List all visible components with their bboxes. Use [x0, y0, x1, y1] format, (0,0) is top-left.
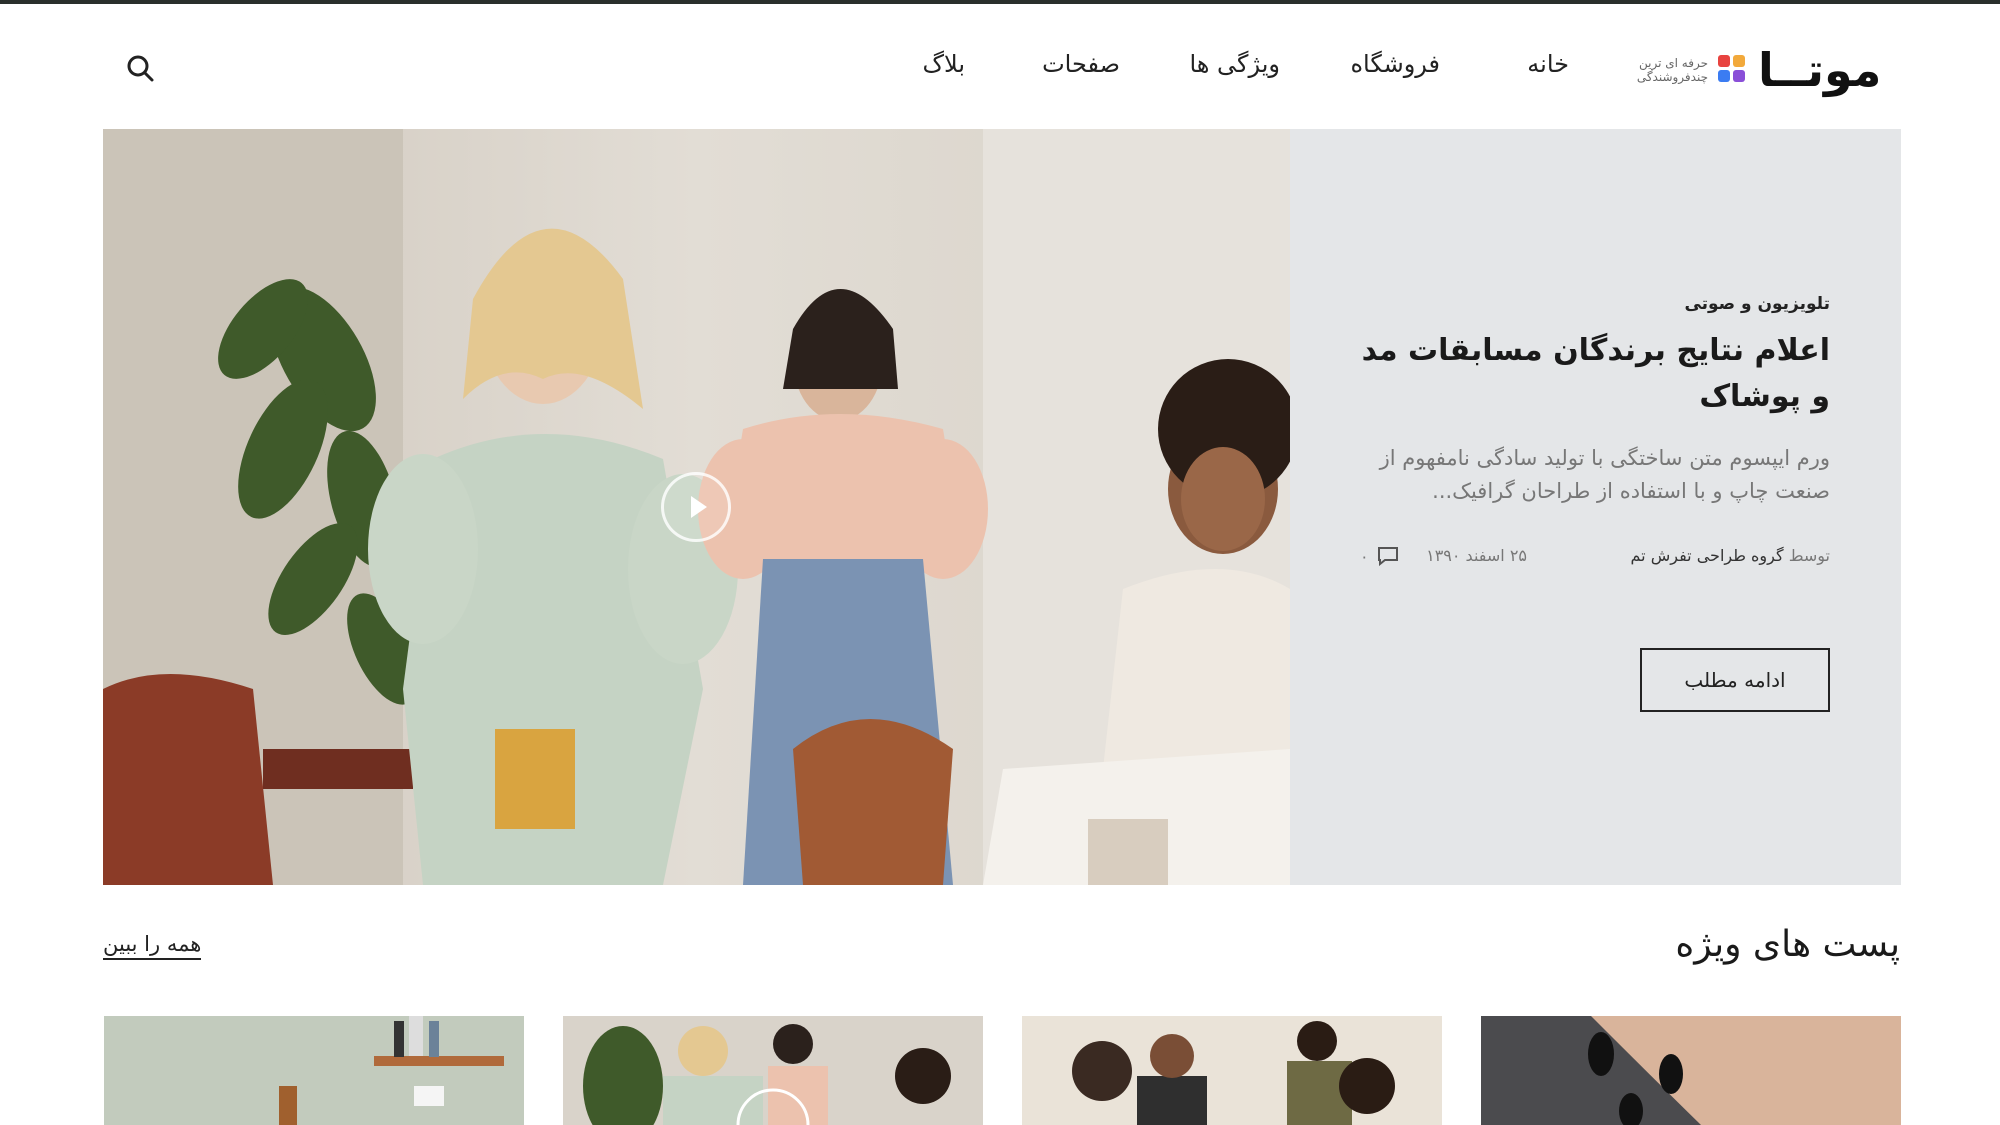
featured-card[interactable]: [1022, 1016, 1442, 1125]
site-logo[interactable]: حرفه ای ترین چندفروشندگی موتــا: [1636, 40, 1888, 100]
post-author: توسط گروه طراحی تفرش تم: [1630, 546, 1830, 565]
play-video-button[interactable]: [661, 472, 731, 542]
post-category[interactable]: تلویزیون و صوتی: [1360, 294, 1830, 314]
card-image-interior: [104, 1016, 524, 1125]
post-comments[interactable]: ۰: [1360, 546, 1399, 566]
post-excerpt: ورم ایپسوم متن ساختگی با تولید سادگی نام…: [1379, 446, 1830, 503]
nav-item-pages[interactable]: صفحات: [1042, 50, 1120, 78]
post-date: ۲۵ اسفند ۱۳۹۰: [1426, 546, 1527, 565]
logo-mark-icon: [1718, 55, 1748, 85]
hero-text-panel: تلویزیون و صوتی اعلام نتایج برندگان مساب…: [1290, 129, 1901, 885]
featured-posts-title: پست های ویژه: [1675, 924, 1900, 965]
hero-image[interactable]: [103, 129, 1290, 885]
comment-count: ۰: [1360, 546, 1369, 566]
read-more-button[interactable]: ادامه مطلب: [1640, 648, 1830, 712]
play-icon: [691, 496, 707, 518]
search-button[interactable]: [122, 50, 158, 86]
card-image-group: [1022, 1016, 1442, 1125]
card-image-fashion: [563, 1016, 983, 1125]
nav-item-home[interactable]: خانه: [1527, 50, 1569, 78]
post-title[interactable]: اعلام نتایج برندگان مسابقات مد و پوشاک: [1360, 328, 1830, 420]
card-image-nails: [1481, 1016, 1901, 1125]
post-meta: توسط گروه طراحی تفرش تم ۲۵ اسفند ۱۳۹۰ ۰: [1360, 546, 1830, 572]
logo-tagline: حرفه ای ترین چندفروشندگی: [1636, 56, 1708, 84]
featured-card[interactable]: [563, 1016, 983, 1125]
site-header: حرفه ای ترین چندفروشندگی موتــا خانه فرو…: [0, 4, 2000, 126]
see-all-link[interactable]: همه را ببین: [103, 932, 202, 960]
comment-icon: [1377, 547, 1398, 566]
nav-item-shop[interactable]: فروشگاه: [1350, 50, 1440, 78]
nav-item-blog[interactable]: بلاگ: [923, 50, 965, 78]
featured-card[interactable]: [1481, 1016, 1901, 1125]
author-link[interactable]: گروه طراحی تفرش تم: [1631, 546, 1784, 565]
search-icon: [127, 55, 154, 82]
nav-item-features[interactable]: ویژگی ها: [1189, 50, 1280, 78]
featured-posts-grid: [103, 1016, 1901, 1125]
hero-post: تلویزیون و صوتی اعلام نتایج برندگان مساب…: [103, 129, 1901, 885]
logo-wordmark: موتــا: [1758, 43, 1882, 97]
featured-card[interactable]: [104, 1016, 524, 1125]
